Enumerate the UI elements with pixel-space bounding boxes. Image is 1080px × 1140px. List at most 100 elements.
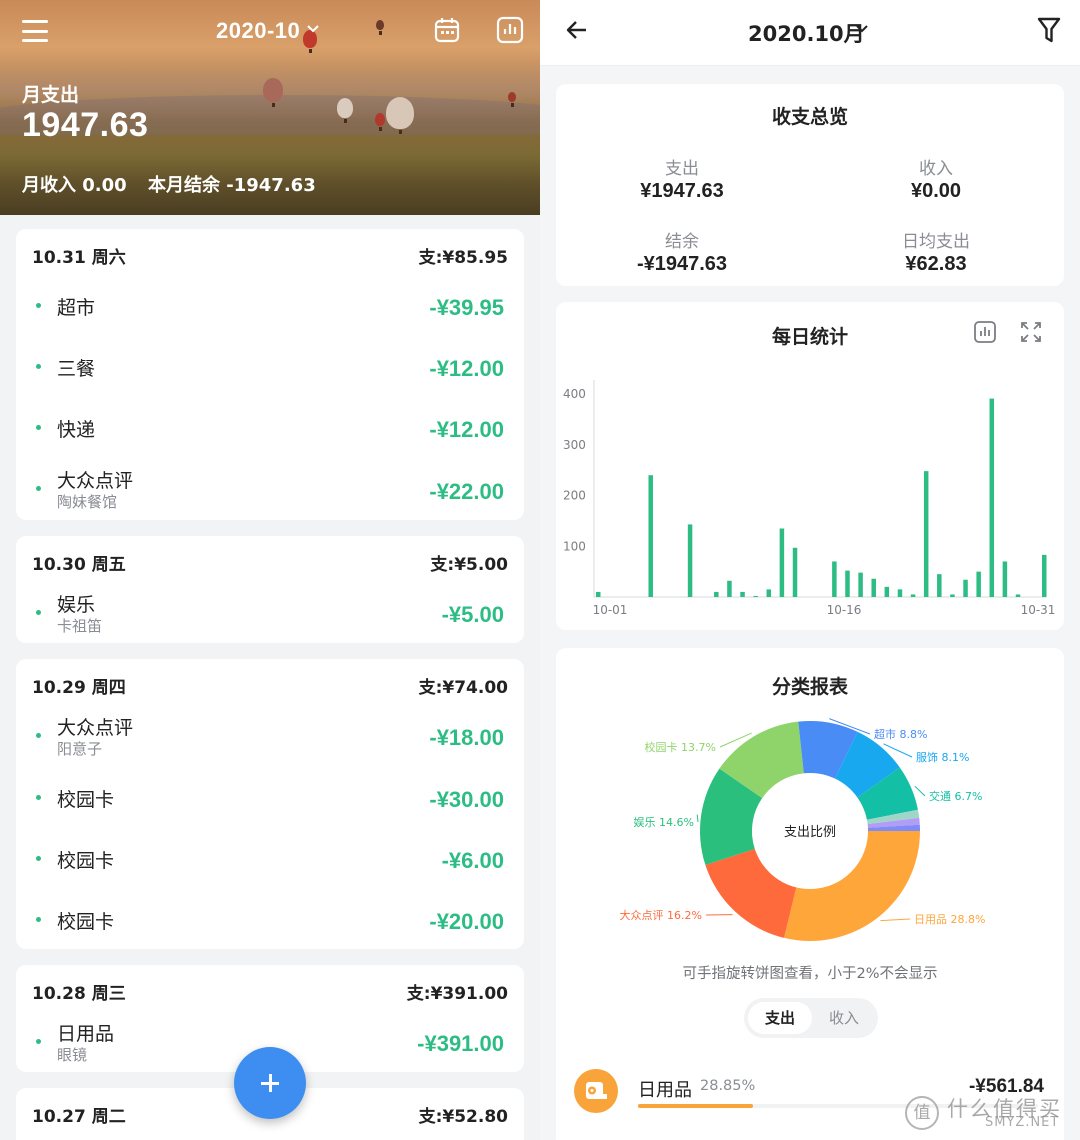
chart-type-icon[interactable] <box>973 320 997 344</box>
daily-bar <box>989 398 995 597</box>
transaction-row[interactable]: 快递 -¥12.00 <box>16 397 524 457</box>
transaction-category: 日用品 <box>57 1023 115 1045</box>
chevron-down-icon[interactable] <box>306 22 320 36</box>
balloon-image <box>376 20 384 35</box>
x-tick-label: 10-31 <box>1021 603 1056 617</box>
balloon-image <box>263 78 283 107</box>
balance-value: -¥1947.63 <box>636 253 728 275</box>
month-selector[interactable]: 2020-10 <box>216 18 300 44</box>
transaction-category: 三餐 <box>57 358 96 380</box>
pie-slice-label: 校园卡 13.7% <box>645 740 716 754</box>
back-arrow-icon[interactable] <box>565 18 589 42</box>
daily-bar <box>937 574 942 597</box>
income-label: 收入 <box>919 159 953 179</box>
day-header: 10.28 周三 支:¥391.00 <box>32 979 508 1004</box>
day-header: 10.30 周五 支:¥5.00 <box>32 550 508 575</box>
bullet-icon <box>36 364 41 369</box>
y-tick-label: 400 <box>563 387 586 401</box>
transaction-amount: -¥6.00 <box>441 848 504 873</box>
transaction-row[interactable]: 大众点评 阳意子 -¥18.00 <box>16 705 524 765</box>
toggle-expense[interactable]: 支出 <box>748 1002 812 1034</box>
transaction-row[interactable]: 校园卡 -¥30.00 <box>16 767 524 827</box>
fullscreen-icon[interactable] <box>1019 320 1043 344</box>
transaction-row[interactable]: 超市 -¥39.95 <box>16 275 524 335</box>
daily-average-value: ¥62.83 <box>905 253 967 275</box>
day-total: 支:¥391.00 <box>406 984 508 1004</box>
calendar-icon[interactable] <box>433 16 461 44</box>
chart-hint: 可手指旋转饼图查看，小于2%不会显示 <box>682 966 938 982</box>
category-donut-chart[interactable]: 日用品 28.8% 大众点评 16.2% 娱乐 14.6% 校园卡 13.7% 超市 8… <box>556 703 1064 953</box>
daily-bar <box>976 571 981 597</box>
transaction-row[interactable]: 大众点评 陶妹餐馆 -¥22.00 <box>16 458 524 518</box>
filter-icon[interactable] <box>1037 16 1061 44</box>
pie-slice-label: 大众点评 16.2% <box>620 908 702 922</box>
toggle-income[interactable]: 收入 <box>814 1002 874 1034</box>
bullet-icon <box>36 795 41 800</box>
transaction-amount: -¥391.00 <box>417 1031 504 1056</box>
transaction-amount: -¥39.95 <box>429 295 504 320</box>
daily-bar <box>792 547 798 597</box>
daily-bar <box>766 589 772 597</box>
daily-bar <box>897 589 903 597</box>
transaction-category: 校园卡 <box>57 850 115 872</box>
chevron-down-icon[interactable] <box>855 22 869 36</box>
pie-leader-line <box>696 814 699 823</box>
bill-list-screen: 2020-10 月支出 1947.63 月收入 0.00 本月结余 -1947.… <box>0 0 540 1140</box>
transaction-row[interactable]: 校园卡 -¥20.00 <box>16 889 524 949</box>
transaction-amount: -¥12.00 <box>429 356 504 381</box>
daily-bar <box>596 591 601 597</box>
daily-bar <box>963 579 968 597</box>
y-tick-label: 300 <box>563 438 586 452</box>
daily-bar <box>884 586 890 597</box>
day-date: 10.29 周四 <box>32 678 126 698</box>
balance-label: 结余 <box>665 232 699 252</box>
pie-slice-label: 服饰 8.1% <box>916 750 969 764</box>
daily-bar <box>1002 561 1008 597</box>
transaction-amount: -¥5.00 <box>441 602 504 627</box>
menu-icon[interactable] <box>22 20 48 42</box>
transaction-category: 大众点评 <box>57 717 134 739</box>
pie-slice-label: 交通 6.7% <box>929 789 982 803</box>
transaction-category: 超市 <box>57 297 96 319</box>
overview-card: 收支总览 支出 ¥1947.63 收入 ¥0.00 结余 -¥1947.63 日… <box>556 84 1064 286</box>
category-name: 日用品 <box>638 1080 692 1101</box>
y-tick-label: 200 <box>563 489 586 503</box>
day-date: 10.27 周二 <box>32 1107 126 1127</box>
daily-chart-card: 每日统计 100 200 300 400 10-01 10-16 10-31 <box>556 302 1064 630</box>
watermark-logo: 值 <box>905 1096 939 1130</box>
daily-bar <box>687 524 693 597</box>
site-watermark: 值 什么值得买 SMYZ.NET <box>905 1093 1075 1137</box>
transaction-category: 校园卡 <box>57 911 115 933</box>
statistics-icon[interactable] <box>496 16 524 44</box>
transaction-row[interactable]: 娱乐 卡祖笛 -¥5.00 <box>16 582 524 642</box>
balloon-image <box>375 113 385 131</box>
day-card: 10.31 周六 支:¥85.95 超市 -¥39.95 三餐 -¥12.00 … <box>16 229 524 520</box>
balloon-image <box>508 92 516 107</box>
transaction-amount: -¥20.00 <box>429 909 504 934</box>
month-selector[interactable]: 2020.10月 <box>748 18 865 48</box>
x-tick-label: 10-01 <box>593 603 628 617</box>
category-percent: 28.85% <box>700 1078 756 1094</box>
transaction-amount: -¥30.00 <box>429 787 504 812</box>
transaction-amount: -¥22.00 <box>429 479 504 504</box>
bullet-icon <box>36 425 41 430</box>
day-header: 10.29 周四 支:¥74.00 <box>32 673 508 698</box>
daily-average-label: 日均支出 <box>902 232 970 252</box>
daily-bar <box>858 572 863 597</box>
bullet-icon <box>36 303 41 308</box>
transaction-row[interactable]: 三餐 -¥12.00 <box>16 336 524 396</box>
daily-bar <box>714 591 719 597</box>
daily-bar <box>779 528 785 597</box>
daily-bar <box>648 475 653 597</box>
transaction-row[interactable]: 校园卡 -¥6.00 <box>16 828 524 888</box>
x-tick-label: 10-16 <box>827 603 862 617</box>
add-record-button[interactable] <box>234 1047 306 1119</box>
bullet-icon <box>36 610 41 615</box>
bullet-icon <box>36 856 41 861</box>
daily-bar <box>832 561 837 597</box>
category-card: 分类报表 日用品 28.8% 大众点评 16.2% 娱乐 14.6% 校园卡 13.7… <box>556 648 1064 1140</box>
y-tick-label: 100 <box>563 539 586 553</box>
day-total: 支:¥5.00 <box>430 555 508 575</box>
daily-bar <box>845 570 850 597</box>
statistics-screen: 2020.10月 收支总览 支出 ¥1947.63 收入 ¥0.00 结余 -¥… <box>540 0 1080 1140</box>
